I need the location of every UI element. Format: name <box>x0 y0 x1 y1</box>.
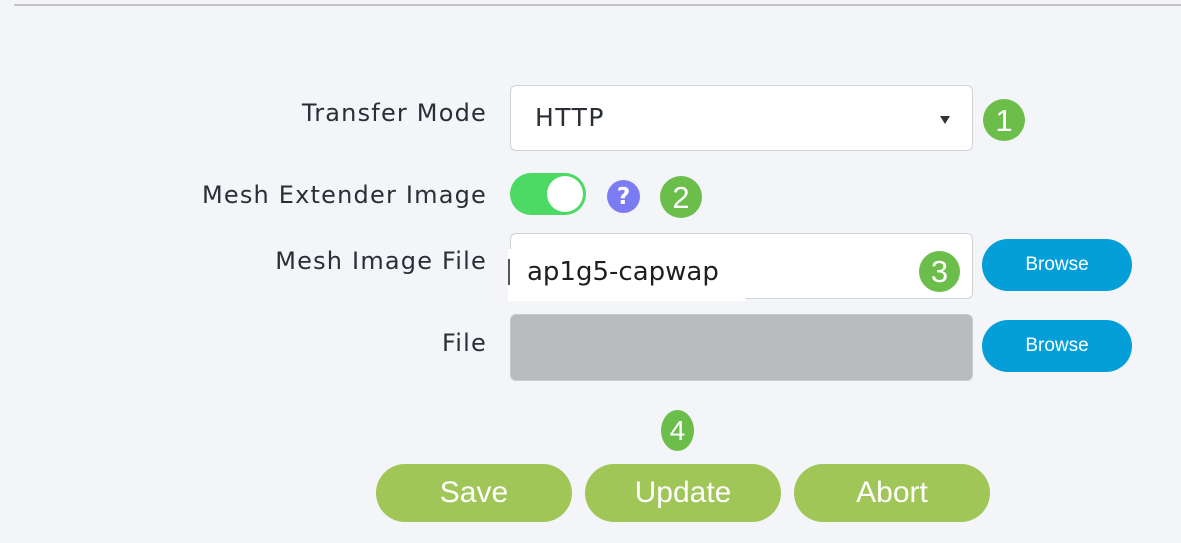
step-badge-3: 3 <box>919 251 960 292</box>
help-icon[interactable]: ? <box>607 180 640 213</box>
chevron-down-icon <box>940 116 950 124</box>
mesh-extender-image-toggle[interactable] <box>510 173 586 215</box>
mesh-image-file-value: ap1g5-capwap <box>527 257 719 287</box>
file-input <box>510 314 973 381</box>
transfer-mode-label: Transfer Mode <box>301 99 487 127</box>
transfer-mode-value: HTTP <box>535 103 605 132</box>
mesh-image-file-label: Mesh Image File <box>275 247 487 275</box>
save-button[interactable]: Save <box>376 464 572 522</box>
mesh-extender-image-label: Mesh Extender Image <box>201 181 487 209</box>
text-cursor <box>508 259 510 285</box>
file-label: File <box>442 329 487 357</box>
update-button[interactable]: Update <box>585 464 781 522</box>
transfer-mode-select[interactable]: HTTP <box>510 85 973 151</box>
mesh-image-file-value-box[interactable]: ap1g5-capwap <box>508 249 746 301</box>
file-browse-button[interactable]: Browse <box>982 320 1132 372</box>
step-badge-4: 4 <box>661 410 694 451</box>
step-badge-2: 2 <box>660 176 702 218</box>
top-divider <box>14 4 1181 6</box>
mesh-image-file-browse-button[interactable]: Browse <box>982 239 1132 291</box>
toggle-knob <box>547 176 583 212</box>
abort-button[interactable]: Abort <box>794 464 990 522</box>
step-badge-1: 1 <box>983 99 1025 141</box>
